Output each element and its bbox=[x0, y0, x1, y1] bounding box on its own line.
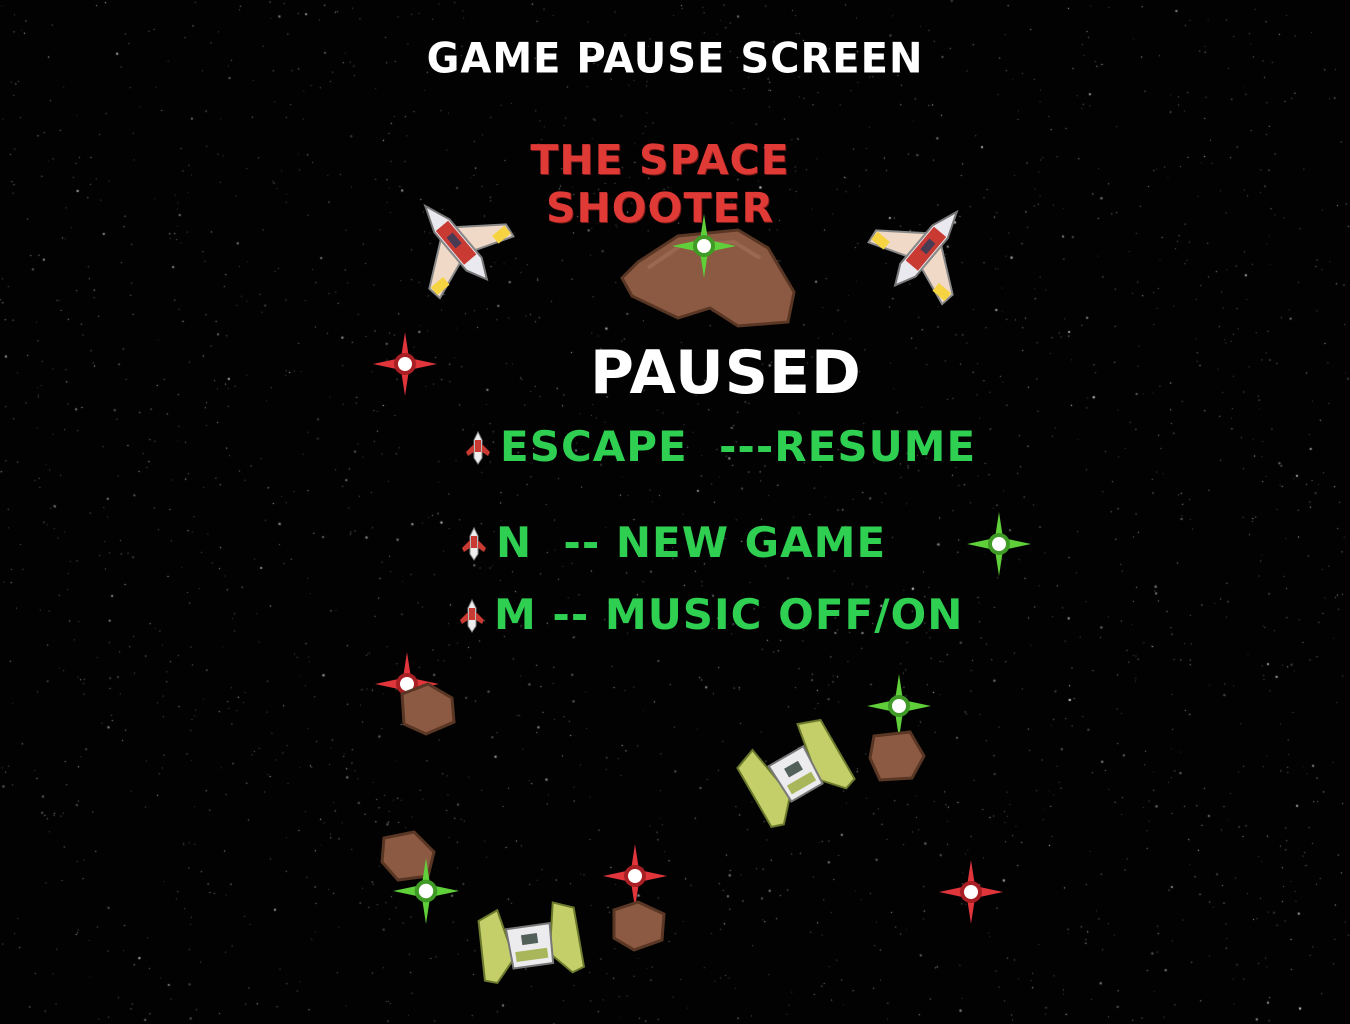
green-star-laser-icon bbox=[672, 214, 736, 278]
green-fighter-ship-icon bbox=[477, 901, 586, 985]
menu-key: Escape bbox=[500, 422, 688, 471]
menu-separator: -- bbox=[532, 518, 616, 567]
asteroid-icon bbox=[612, 900, 666, 952]
green-star-laser-icon bbox=[967, 512, 1031, 576]
red-star-laser-icon bbox=[939, 860, 1003, 924]
ship-bullet-icon bbox=[460, 598, 484, 633]
menu-separator: --- bbox=[687, 422, 775, 471]
paused-label: Paused bbox=[590, 338, 862, 408]
menu-item-resume[interactable]: Escape --- Resume bbox=[462, 422, 976, 471]
red-star-laser-icon bbox=[373, 332, 437, 396]
menu-item-music-toggle[interactable]: M -- Music Off/On bbox=[456, 590, 963, 639]
green-star-laser-icon bbox=[393, 858, 459, 924]
screen-title: Game Pause Screen bbox=[426, 34, 924, 84]
menu-key: N bbox=[496, 518, 533, 567]
menu-action: Resume bbox=[774, 422, 977, 471]
menu-action: New Game bbox=[615, 518, 887, 567]
menu-key: M bbox=[494, 590, 537, 639]
menu-item-new-game[interactable]: N -- New Game bbox=[458, 518, 886, 567]
menu-separator: -- bbox=[536, 590, 605, 639]
asteroid-icon bbox=[868, 730, 926, 782]
ship-bullet-icon bbox=[462, 526, 486, 561]
game-pause-screen: Game Pause Screen The Space Shooter bbox=[0, 0, 1350, 1024]
asteroid-icon bbox=[400, 682, 456, 736]
ship-bullet-icon bbox=[466, 430, 490, 465]
menu-action: Music Off/On bbox=[604, 590, 964, 639]
